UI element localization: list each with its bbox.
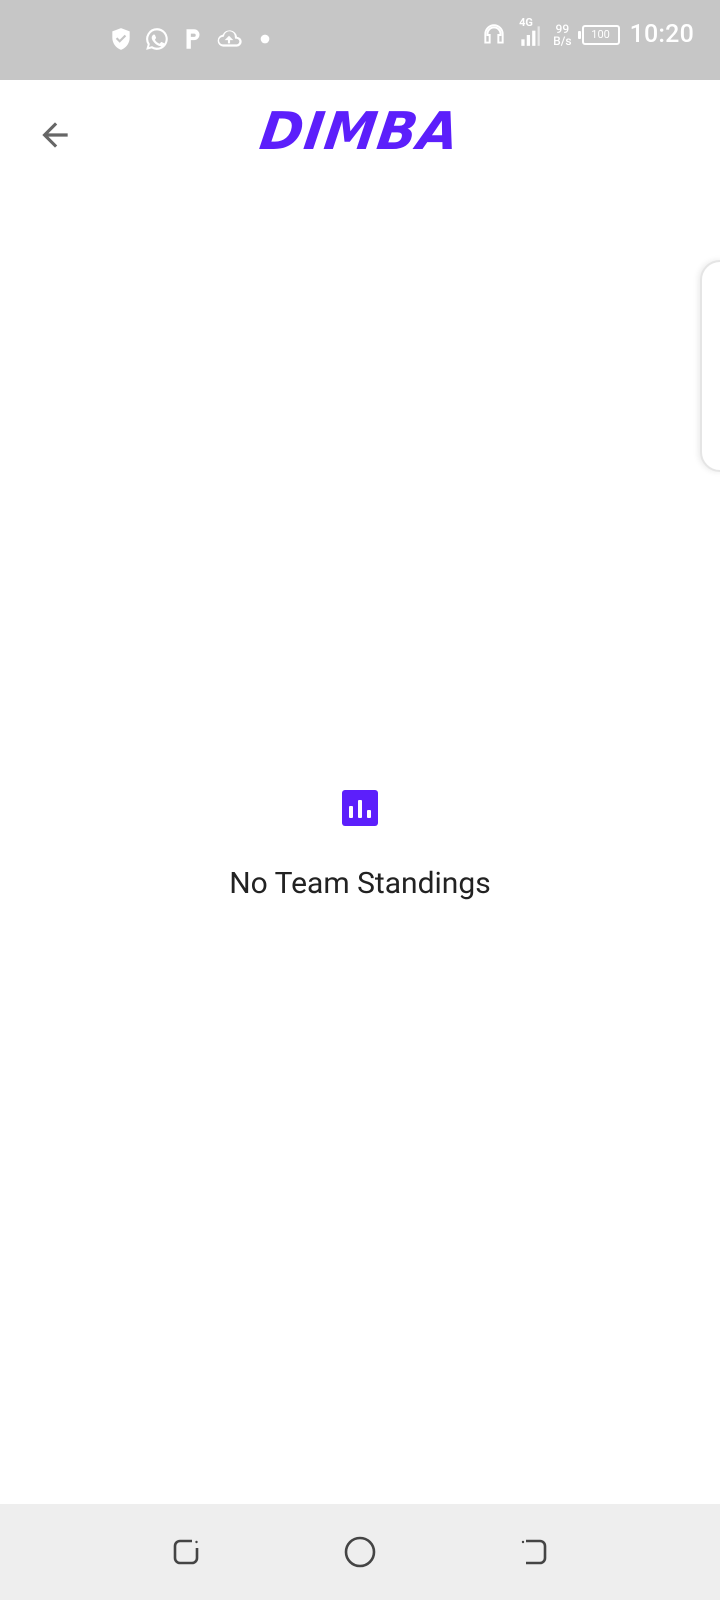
bar-chart-icon bbox=[342, 790, 378, 826]
back-nav-button[interactable] bbox=[514, 1534, 554, 1574]
recent-apps-icon bbox=[168, 1534, 204, 1574]
empty-state: No Team Standings bbox=[0, 790, 720, 901]
app-logo-title: DIMBA bbox=[256, 102, 464, 162]
status-bar: 4G 99 B/s 100 10:20 bbox=[0, 0, 720, 80]
notification-icons bbox=[108, 26, 278, 52]
system-indicators: 4G 99 B/s 100 10:20 bbox=[481, 16, 694, 49]
dot-icon bbox=[252, 26, 278, 52]
edge-panel-handle[interactable] bbox=[700, 260, 720, 472]
network-type: 4G bbox=[519, 15, 533, 29]
navigation-bar bbox=[0, 1504, 720, 1600]
whatsapp-icon bbox=[144, 26, 170, 52]
home-button[interactable] bbox=[340, 1534, 380, 1574]
clock: 10:20 bbox=[629, 20, 694, 49]
p-app-icon bbox=[180, 26, 206, 52]
empty-message: No Team Standings bbox=[229, 866, 491, 901]
recent-apps-button[interactable] bbox=[166, 1534, 206, 1574]
headset-icon bbox=[481, 22, 507, 48]
shield-check-icon bbox=[108, 26, 134, 52]
battery-indicator: 100 bbox=[577, 24, 620, 45]
app-bar: DIMBA bbox=[0, 80, 720, 190]
back-icon bbox=[516, 1534, 552, 1574]
home-icon bbox=[342, 1534, 378, 1574]
cloud-upload-icon bbox=[216, 26, 242, 52]
net-speed: 99 B/s bbox=[553, 23, 571, 47]
signal-4g-icon: 4G bbox=[517, 16, 543, 48]
net-speed-value: 99 bbox=[555, 21, 570, 36]
net-speed-unit: B/s bbox=[553, 33, 572, 48]
